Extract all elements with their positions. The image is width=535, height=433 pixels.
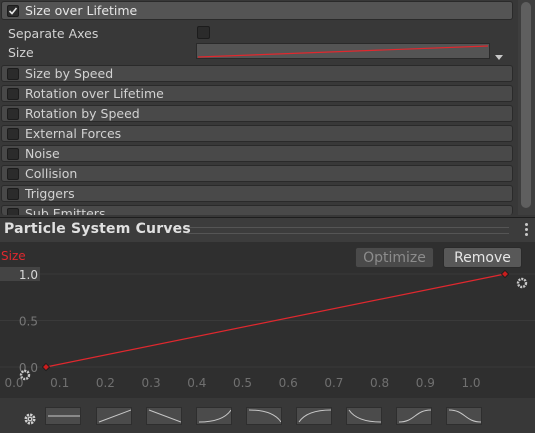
drag-grip[interactable] [186,227,509,234]
x-tick-label: 0.1 [50,376,69,390]
module-label: External Forces [25,126,122,141]
x-tick-label: 0.7 [324,376,343,390]
x-tick-label: 0.2 [96,376,115,390]
size-curve-field[interactable] [196,43,490,59]
module-rotation-by-speed[interactable]: Rotation by Speed [1,105,513,122]
key-end-gear-icon[interactable] [516,277,528,289]
module-label: Collision [25,166,78,181]
inspector-scrollbar-thumb[interactable] [521,2,531,208]
preset-linear-down[interactable] [146,407,182,425]
keyframe-handle[interactable] [41,362,51,372]
checkmark-icon [8,7,18,15]
x-tick-label: 0.4 [187,376,206,390]
module-label: Rotation by Speed [25,106,140,121]
module-noise[interactable]: Noise [1,145,513,162]
module-checkbox[interactable] [7,168,19,180]
module-label: Noise [25,146,60,161]
module-label: Rotation over Lifetime [25,86,164,101]
module-sub-emitters[interactable]: Sub Emitters [1,205,513,215]
preset-ease-out-down[interactable] [346,407,382,425]
curve-graph[interactable]: 1.00.50.00.0 0.1 0.2 0.3 0.4 0.5 0.6 0.7 0.8 0.9 1… [0,242,535,398]
preset-linear-up[interactable] [96,407,132,425]
x-tick-label: 0.9 [416,376,435,390]
size-over-lifetime-checkbox[interactable] [7,5,19,17]
x-tick-label: 0.0 [4,376,23,390]
y-tick-label: 1.0 [19,268,38,282]
module-label: Triggers [25,186,75,201]
module-checkbox[interactable] [7,148,19,160]
curves-panel-title: Particle System Curves [4,221,191,237]
module-triggers[interactable]: Triggers [1,185,513,202]
module-size-by-speed[interactable]: Size by Speed [1,65,513,82]
module-label: Sub Emitters [25,206,106,215]
module-checkbox[interactable] [7,108,19,120]
module-checkbox[interactable] [7,88,19,100]
module-rotation-over-lifetime[interactable]: Rotation over Lifetime [1,85,513,102]
preset-s-curve-up[interactable] [396,407,432,425]
preset-s-curve-down[interactable] [446,407,482,425]
module-checkbox[interactable] [7,128,19,140]
separate-axes-checkbox[interactable] [197,26,210,39]
keyframe-handle[interactable] [500,269,510,279]
module-label: Size by Speed [25,66,114,81]
x-tick-label: 0.6 [279,376,298,390]
x-tick-label: 1.0 [461,376,480,390]
x-tick-label: 0.5 [233,376,252,390]
module-collision[interactable]: Collision [1,165,513,182]
module-checkbox[interactable] [7,188,19,200]
more-options-icon[interactable] [525,223,528,237]
separate-axes-label: Separate Axes [8,26,99,41]
module-checkbox[interactable] [7,68,19,80]
module-size-over-lifetime[interactable]: Size over Lifetime [1,1,513,20]
curves-panel-header[interactable]: Particle System Curves [0,217,535,242]
module-external-forces[interactable]: External Forces [1,125,513,142]
size-dropdown-arrow-icon[interactable] [494,47,504,60]
x-tick-label: 0.8 [370,376,389,390]
preset-ease-in[interactable] [196,407,232,425]
module-checkbox[interactable] [7,208,19,215]
preset-ease-out[interactable] [296,407,332,425]
y-tick-label: 0.5 [19,315,38,329]
module-label: Size over Lifetime [25,3,138,18]
presets-gear-icon[interactable] [23,411,37,425]
preset-flat[interactable] [45,407,81,425]
size-label: Size [8,45,34,60]
preset-ease-in-down[interactable] [246,407,282,425]
size-curve-preview [197,45,489,58]
x-tick-label: 0.3 [142,376,161,390]
